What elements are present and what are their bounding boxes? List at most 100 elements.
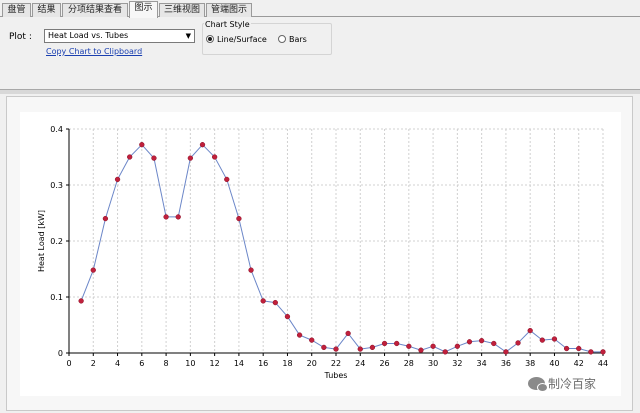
data-point	[600, 349, 606, 355]
data-point	[503, 349, 509, 355]
data-point	[430, 343, 436, 349]
tab-chart[interactable]: 图示	[129, 1, 158, 18]
x-tick-label: 34	[477, 359, 487, 368]
data-point	[369, 344, 376, 351]
chevron-down-icon: ▼	[185, 32, 191, 40]
y-tick-label: 0	[58, 349, 63, 358]
data-point	[151, 155, 157, 161]
x-tick-label: 8	[164, 359, 169, 368]
data-point	[236, 215, 242, 222]
data-point	[296, 332, 303, 338]
y-axis-label: Heat Load [kW]	[37, 210, 46, 272]
tab-coil[interactable]: 盘管	[2, 3, 31, 17]
x-tick-label: 10	[185, 359, 195, 368]
plot-select-value: Heat Load vs. Tubes	[48, 31, 129, 40]
tab-label: 三维视图	[163, 5, 200, 15]
x-tick-label: 4	[115, 359, 120, 368]
series-line	[80, 143, 603, 353]
data-point	[563, 345, 570, 352]
data-point	[175, 214, 181, 220]
x-tick-label: 14	[234, 359, 244, 368]
tab-tube-end-diagram[interactable]: 管端图示	[206, 3, 252, 17]
tab-itemized-results[interactable]: 分项结果查看	[62, 3, 128, 17]
data-point	[394, 340, 400, 347]
chart-area: 0 2 4 6 8 10 12 14 16 18 20 22 24 26 28 30 32 34 36 38 40 42 4…	[20, 112, 621, 396]
data-point	[357, 346, 363, 352]
plot-select[interactable]: Heat Load vs. Tubes ▼	[44, 29, 195, 43]
data-point	[78, 298, 84, 304]
copy-chart-link[interactable]: Copy Chart to Clipboard	[46, 47, 142, 56]
wechat-icon	[528, 377, 548, 392]
data-point	[539, 337, 545, 343]
radio-bars[interactable]: Bars	[278, 35, 307, 45]
data-point	[588, 349, 594, 355]
tab-label: 分项结果查看	[67, 5, 122, 15]
splitter[interactable]	[0, 89, 640, 94]
data-point	[211, 154, 218, 160]
data-point	[102, 215, 109, 222]
x-tick-label: 24	[355, 359, 365, 368]
data-point	[127, 154, 133, 160]
x-tick-label: 42	[574, 359, 584, 368]
x-tick-label: 22	[331, 359, 341, 368]
data-point	[199, 142, 206, 148]
tab-label: 盘管	[7, 5, 26, 15]
heat-load-chart: 0 2 4 6 8 10 12 14 16 18 20 22 24 26 28 30 32 34 36 38 40 42 4…	[37, 125, 608, 380]
data-point	[90, 267, 96, 273]
tab-results[interactable]: 结果	[32, 3, 61, 17]
data-point	[454, 343, 461, 349]
y-tick-label: 0.1	[50, 293, 63, 302]
x-tick-label: 0	[66, 359, 71, 368]
data-point	[381, 340, 388, 347]
x-tick-label: 28	[404, 359, 414, 368]
tab-3d-view[interactable]: 三维视图	[159, 3, 205, 17]
data-point	[478, 338, 485, 344]
radio-unselected-icon	[278, 35, 286, 43]
data-point	[345, 330, 351, 337]
chart-style-title: Chart Style	[204, 20, 251, 29]
data-point	[321, 344, 327, 351]
data-point	[466, 339, 473, 345]
data-point	[248, 267, 254, 273]
tab-label: 结果	[37, 5, 56, 15]
x-tick-label: 16	[258, 359, 268, 368]
tab-bar: 盘管 结果 分项结果查看 图示 三维视图 管端图示	[0, 0, 640, 18]
data-point	[114, 176, 121, 183]
data-point	[309, 337, 315, 343]
watermark: 制冷百家	[528, 374, 628, 394]
data-point	[163, 214, 169, 220]
x-axis-label: Tubes	[324, 371, 348, 380]
watermark-text: 制冷百家	[548, 377, 597, 391]
data-point	[187, 155, 194, 161]
x-tick-label: 6	[139, 359, 144, 368]
x-tick-label: 20	[307, 359, 317, 368]
data-point	[139, 142, 145, 148]
data-point	[576, 345, 582, 352]
data-point	[527, 327, 533, 334]
data-point	[491, 340, 497, 347]
x-tick-label: 32	[452, 359, 462, 368]
x-tick-label: 18	[282, 359, 292, 368]
x-tick-label: 12	[210, 359, 220, 368]
tab-label: 管端图示	[210, 5, 247, 15]
plot-label: Plot :	[9, 32, 32, 42]
x-tick-label: 26	[379, 359, 389, 368]
data-point	[333, 346, 339, 352]
radio-label: Bars	[289, 35, 307, 44]
data-point	[284, 313, 291, 320]
radio-selected-icon	[206, 35, 214, 43]
x-tick-label: 44	[598, 359, 608, 368]
data-point	[406, 343, 412, 349]
x-tick-label: 30	[428, 359, 438, 368]
y-tick-label: 0.3	[50, 181, 63, 190]
data-point	[418, 347, 424, 353]
x-tick-label: 2	[91, 359, 96, 368]
chart-controls: Plot : Heat Load vs. Tubes ▼ Copy Chart …	[0, 17, 640, 89]
data-point	[224, 176, 230, 183]
x-tick-label: 36	[501, 359, 511, 368]
y-tick-label: 0.2	[50, 237, 63, 246]
data-point	[272, 299, 278, 306]
x-tick-label: 40	[549, 359, 559, 368]
data-point	[515, 340, 521, 346]
radio-line-surface[interactable]: Line/Surface	[206, 35, 267, 45]
